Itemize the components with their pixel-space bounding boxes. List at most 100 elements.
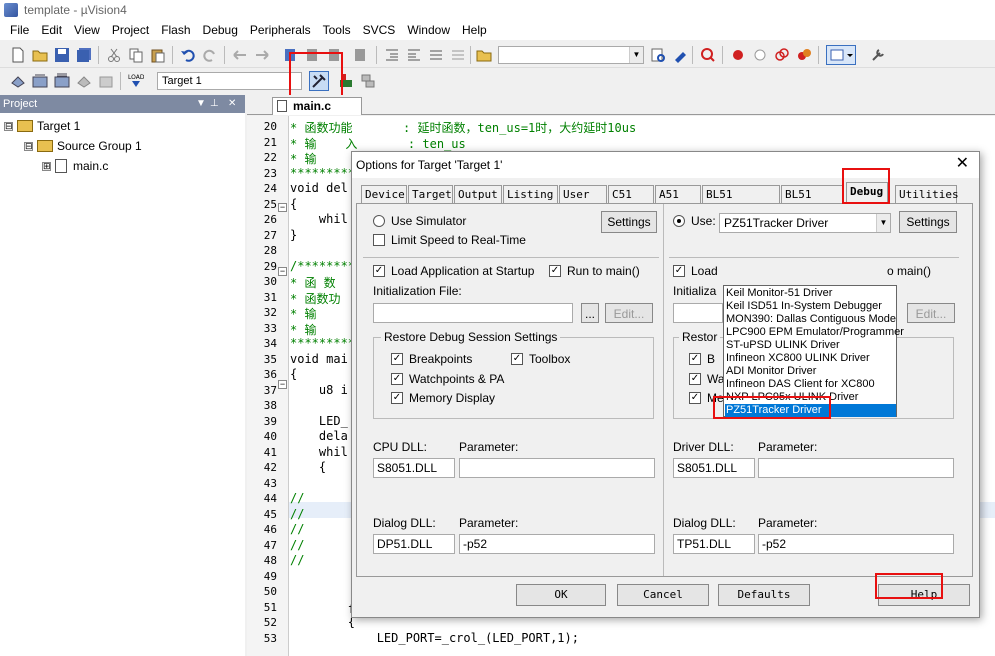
dialog-dll-input[interactable]: DP51.DLL	[373, 534, 455, 554]
save-icon[interactable]	[54, 47, 70, 63]
ok-button[interactable]: OK	[516, 584, 606, 606]
breakpoints-checkbox[interactable]: ✓	[391, 353, 403, 365]
driver-option[interactable]: MON390: Dallas Contiguous Mode	[726, 313, 896, 326]
redo-icon[interactable]	[202, 47, 218, 63]
paste-icon[interactable]	[150, 47, 166, 63]
start-debug-icon[interactable]	[700, 47, 716, 63]
breakpoint-icon[interactable]	[730, 47, 746, 63]
init-file-browse-button[interactable]: ...	[581, 303, 599, 323]
driver-settings-button[interactable]: Settings	[899, 211, 957, 233]
tab-bl51-locate[interactable]: BL51 Locate	[702, 185, 780, 218]
menu-edit[interactable]: Edit	[35, 23, 68, 37]
manage-components-icon[interactable]	[360, 73, 376, 89]
driver-option[interactable]: ADI Monitor Driver	[726, 365, 816, 378]
tab-user[interactable]: User	[559, 185, 607, 203]
bookmark-clear-icon[interactable]	[352, 47, 368, 63]
chevron-down-icon[interactable]: ▼	[629, 47, 643, 63]
collapse-icon[interactable]: ⊟	[24, 141, 33, 151]
stop-build-icon[interactable]	[98, 73, 114, 89]
right-init-file-edit-button[interactable]: Edit...	[907, 303, 955, 323]
tree-node-target[interactable]: ⊟ Target 1	[4, 116, 80, 136]
find-icon[interactable]	[650, 47, 666, 63]
init-file-edit-button[interactable]: Edit...	[605, 303, 653, 323]
download-icon[interactable]: LOAD	[128, 73, 145, 89]
unindent-icon[interactable]	[406, 47, 422, 63]
save-all-icon[interactable]	[76, 47, 92, 63]
driver-select[interactable]: PZ51Tracker Driver ▼	[719, 213, 891, 233]
uncomment-icon[interactable]	[450, 47, 466, 63]
dialog-param-input[interactable]: -p52	[459, 534, 655, 554]
cpu-dll-input[interactable]: S8051.DLL	[373, 458, 455, 478]
limit-speed-checkbox[interactable]	[373, 234, 385, 246]
driver-option[interactable]: LPC900 EPM Emulator/Programmer	[726, 326, 904, 339]
right-dialog-dll-input[interactable]: TP51.DLL	[673, 534, 755, 554]
fold-icon[interactable]: −	[278, 267, 287, 276]
tree-node-main-c[interactable]: ⊞ main.c	[42, 156, 108, 176]
target-select[interactable]: Target 1	[157, 72, 302, 90]
menu-project[interactable]: Project	[106, 23, 155, 37]
find-in-files-icon[interactable]	[476, 47, 492, 63]
menu-svcs[interactable]: SVCS	[357, 23, 402, 37]
panel-dropdown-icon[interactable]: ▼	[196, 95, 206, 113]
translate-icon[interactable]	[10, 73, 26, 89]
init-file-input[interactable]	[373, 303, 573, 323]
driver-option[interactable]: Infineon XC800 ULINK Driver	[726, 352, 870, 365]
right-dialog-param-input[interactable]: -p52	[758, 534, 954, 554]
breakpoint-disable-all-icon[interactable]	[774, 47, 790, 63]
driver-option[interactable]: Keil ISD51 In-System Debugger	[726, 300, 882, 313]
tab-bl51-misc[interactable]: BL51 Misc	[781, 185, 844, 218]
indent-icon[interactable]	[384, 47, 400, 63]
copy-icon[interactable]	[128, 47, 144, 63]
fold-icon[interactable]: −	[278, 203, 287, 212]
menu-debug[interactable]: Debug	[197, 23, 244, 37]
tab-a51[interactable]: A51	[655, 185, 701, 203]
breakpoint-disable-icon[interactable]	[752, 47, 768, 63]
window-layout-icon[interactable]	[826, 45, 856, 65]
driver-dll-input[interactable]: S8051.DLL	[673, 458, 755, 478]
menu-flash[interactable]: Flash	[155, 23, 196, 37]
configure-icon[interactable]	[870, 47, 886, 63]
cpu-param-input[interactable]	[459, 458, 655, 478]
tab-output[interactable]: Output	[454, 185, 502, 203]
new-file-icon[interactable]	[10, 47, 26, 63]
expand-icon[interactable]: ⊞	[42, 161, 51, 171]
close-icon[interactable]: ✕	[228, 95, 236, 113]
toolbox-checkbox[interactable]: ✓	[511, 353, 523, 365]
right-memory-display-checkbox[interactable]: ✓	[689, 392, 701, 404]
cut-icon[interactable]	[106, 47, 122, 63]
menu-view[interactable]: View	[68, 23, 106, 37]
editor-tab-main-c[interactable]: main.c	[272, 97, 362, 115]
memory-display-checkbox[interactable]: ✓	[391, 392, 403, 404]
build-icon[interactable]	[32, 73, 48, 89]
rebuild-icon[interactable]	[54, 73, 70, 89]
defaults-button[interactable]: Defaults	[718, 584, 810, 606]
menu-tools[interactable]: Tools	[317, 23, 357, 37]
right-breakpoints-checkbox[interactable]: ✓	[689, 353, 701, 365]
tab-target[interactable]: Target	[408, 185, 453, 203]
tab-device[interactable]: Device	[361, 185, 407, 203]
tree-node-source-group[interactable]: ⊟ Source Group 1	[24, 136, 142, 156]
menu-peripherals[interactable]: Peripherals	[244, 23, 317, 37]
batch-build-icon[interactable]	[76, 73, 92, 89]
tab-listing[interactable]: Listing	[503, 185, 558, 203]
use-driver-radio[interactable]	[673, 215, 685, 227]
fold-icon[interactable]: −	[278, 380, 287, 389]
right-init-file-input[interactable]	[673, 303, 723, 323]
comment-icon[interactable]	[428, 47, 444, 63]
driver-option[interactable]: Keil Monitor-51 Driver	[726, 287, 832, 300]
menu-window[interactable]: Window	[401, 23, 456, 37]
right-load-app-checkbox[interactable]: ✓	[673, 265, 685, 277]
open-folder-icon[interactable]	[32, 47, 48, 63]
close-icon[interactable]: ✕	[956, 154, 969, 174]
nav-forward-icon[interactable]	[254, 47, 270, 63]
tab-c51[interactable]: C51	[608, 185, 654, 203]
tab-utilities[interactable]: Utilities	[895, 185, 959, 203]
driver-option[interactable]: ST-uPSD ULINK Driver	[726, 339, 840, 352]
cancel-button[interactable]: Cancel	[617, 584, 709, 606]
right-watchpoints-checkbox[interactable]: ✓	[689, 373, 701, 385]
breakpoint-kill-all-icon[interactable]	[796, 47, 812, 63]
driver-param-input[interactable]	[758, 458, 954, 478]
collapse-icon[interactable]: ⊟	[4, 121, 13, 131]
chevron-down-icon[interactable]: ▼	[876, 214, 890, 232]
simulator-settings-button[interactable]: Settings	[601, 211, 657, 233]
